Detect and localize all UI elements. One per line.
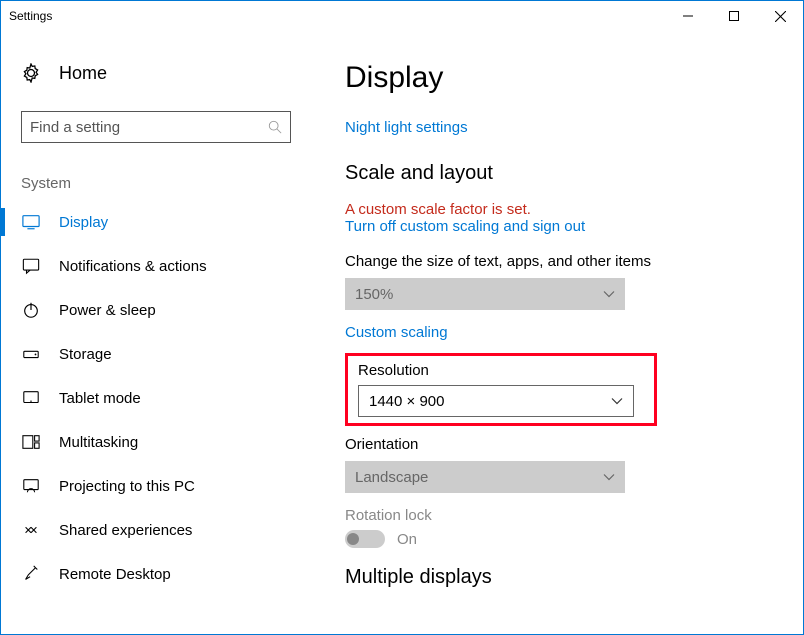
sidebar-item-power[interactable]: Power & sleep [1,288,311,332]
sidebar-item-label: Multitasking [59,434,138,451]
sidebar: Home System Display Notifications & [1,33,311,634]
home-button[interactable]: Home [1,51,311,95]
text-size-label: Change the size of text, apps, and other… [345,253,769,270]
sidebar-item-label: Display [59,214,108,231]
sidebar-item-label: Notifications & actions [59,258,207,275]
window-controls [665,1,803,31]
titlebar: Settings [1,1,803,33]
sidebar-item-label: Power & sleep [59,302,156,319]
text-size-value: 150% [355,286,393,303]
display-icon [21,212,41,232]
maximize-button[interactable] [711,1,757,31]
sidebar-item-notifications[interactable]: Notifications & actions [1,244,311,288]
multiple-displays-heading: Multiple displays [345,566,769,589]
rotation-lock-state: On [397,531,417,548]
sidebar-item-label: Shared experiences [59,522,192,539]
shared-icon [21,520,41,540]
chevron-down-icon [603,471,615,483]
custom-scaling-link[interactable]: Custom scaling [345,324,448,341]
sidebar-item-shared[interactable]: Shared experiences [1,508,311,552]
scale-heading: Scale and layout [345,162,769,185]
sidebar-item-storage[interactable]: Storage [1,332,311,376]
page-title: Display [345,61,769,95]
text-size-dropdown: 150% [345,278,625,310]
orientation-label: Orientation [345,436,769,453]
power-icon [21,300,41,320]
sidebar-item-remote[interactable]: Remote Desktop [1,552,311,596]
sidebar-section-label: System [1,143,311,200]
rotation-lock-label: Rotation lock [345,507,769,524]
sidebar-item-label: Storage [59,346,112,363]
chevron-down-icon [603,288,615,300]
multitasking-icon [21,432,41,452]
night-light-link[interactable]: Night light settings [345,119,468,136]
sidebar-item-label: Tablet mode [59,390,141,407]
search-input[interactable] [21,111,291,143]
storage-icon [21,344,41,364]
chevron-down-icon [611,395,623,407]
sidebar-item-projecting[interactable]: Projecting to this PC [1,464,311,508]
resolution-highlight: Resolution 1440 × 900 [345,353,657,426]
main-content: Display Night light settings Scale and l… [311,33,803,634]
home-label: Home [59,63,107,84]
sidebar-item-tablet[interactable]: Tablet mode [1,376,311,420]
window-title: Settings [9,1,665,23]
tablet-icon [21,388,41,408]
resolution-dropdown[interactable]: 1440 × 900 [358,385,634,417]
sidebar-item-label: Projecting to this PC [59,478,195,495]
resolution-label: Resolution [358,362,644,379]
remote-icon [21,564,41,584]
turn-off-scaling-link[interactable]: Turn off custom scaling and sign out [345,218,585,235]
projecting-icon [21,476,41,496]
custom-scale-warning: A custom scale factor is set. [345,201,769,218]
resolution-value: 1440 × 900 [369,393,445,410]
gear-icon [21,63,41,83]
rotation-lock-toggle [345,530,385,548]
close-button[interactable] [757,1,803,31]
search-icon [267,119,283,135]
sidebar-item-label: Remote Desktop [59,566,171,583]
orientation-dropdown: Landscape [345,461,625,493]
orientation-value: Landscape [355,469,428,486]
sidebar-item-multitasking[interactable]: Multitasking [1,420,311,464]
sidebar-item-display[interactable]: Display [1,200,311,244]
chat-icon [21,256,41,276]
minimize-button[interactable] [665,1,711,31]
